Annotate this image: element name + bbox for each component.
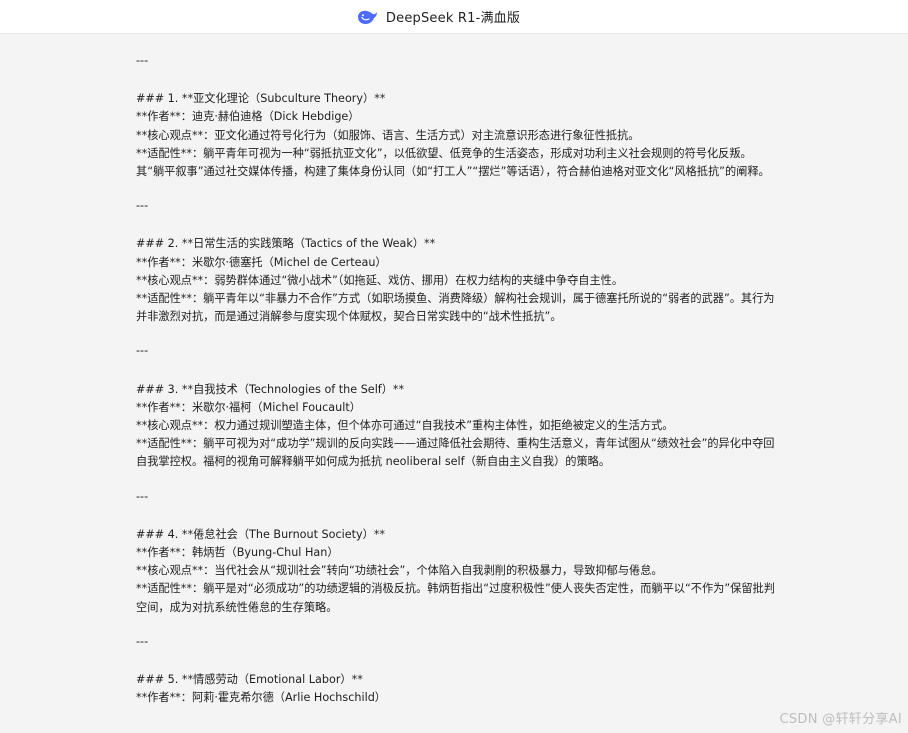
section-core: **核心观点**：当代社会从“规训社会”转向“功绩社会”，个体陷入自我剥削的积极… — [136, 564, 663, 578]
section-5: ### 5. **情感劳动（Emotional Labor）** **作者**：… — [136, 671, 776, 707]
section-fit: **适配性**：躺平青年可视为一种“弱抵抗亚文化”，以低欲望、低竞争的生活姿态，… — [136, 146, 770, 179]
watermark: CSDN @轩轩分享AI — [779, 712, 902, 727]
section-author: **作者**：米歇尔·福柯（Michel Foucault） — [136, 400, 361, 414]
section-author: **作者**：韩炳哲（Byung-Chul Han） — [136, 546, 339, 560]
chat-response: --- ### 1. **亚文化理论（Subculture Theory）** … — [136, 46, 776, 707]
section-1: ### 1. **亚文化理论（Subculture Theory）** **作者… — [136, 90, 776, 181]
separator: --- — [136, 54, 149, 67]
section-fit: **适配性**：躺平青年以“非暴力不合作”方式（如职场摸鱼、消费降级）解构社会规… — [136, 292, 775, 324]
section-heading: ### 2. **日常生活的实践策略（Tactics of the Weak）*… — [136, 237, 436, 251]
section-fit: **适配性**：躺平可视为对“成功学”规训的反向实践——通过降低社会期待、重构生… — [136, 437, 775, 469]
app-title: DeepSeek R1-满血版 — [385, 11, 521, 26]
separator: --- — [136, 489, 149, 503]
section-fit: **适配性**：躺平是对“必须成功”的功绩逻辑的消极反抗。韩炳哲指出“过度积极性… — [136, 582, 775, 614]
section-author: **作者**：迪克·赫伯迪格（Dick Hebdige） — [136, 110, 360, 124]
separator: --- — [136, 344, 149, 358]
section-2: ### 2. **日常生活的实践策略（Tactics of the Weak）*… — [136, 235, 776, 326]
section-author: **作者**：米歇尔·德塞托（Michel de Certeau） — [136, 255, 387, 269]
section-core: **核心观点**：弱势群体通过“微小战术”（如拖延、戏仿、挪用）在权力结构的夹缝… — [136, 273, 624, 287]
section-heading: ### 3. **自我技术（Technologies of the Self）*… — [136, 382, 405, 396]
section-heading: ### 1. **亚文化理论（Subculture Theory）** — [136, 92, 386, 106]
section-heading: ### 5. **情感劳动（Emotional Labor）** — [136, 673, 363, 687]
separator: --- — [136, 199, 149, 213]
title-group: DeepSeek R1-满血版 — [356, 7, 520, 26]
whale-icon — [356, 8, 378, 26]
title-bar: DeepSeek R1-满血版 — [0, 0, 908, 34]
section-4: ### 4. **倦怠社会（The Burnout Society）** **作… — [136, 526, 776, 617]
section-core: **核心观点**：权力通过规训塑造主体，但个体亦可通过“自我技术”重构主体性，如… — [136, 419, 674, 433]
section-author: **作者**：阿莉·霍克希尔德（Arlie Hochschild） — [136, 691, 386, 705]
section-3: ### 3. **自我技术（Technologies of the Self）*… — [136, 381, 776, 472]
section-core: **核心观点**：亚文化通过符号化行为（如服饰、语言、生活方式）对主流意识形态进… — [136, 128, 640, 142]
separator: --- — [136, 634, 149, 648]
section-heading: ### 4. **倦怠社会（The Burnout Society）** — [136, 527, 386, 541]
